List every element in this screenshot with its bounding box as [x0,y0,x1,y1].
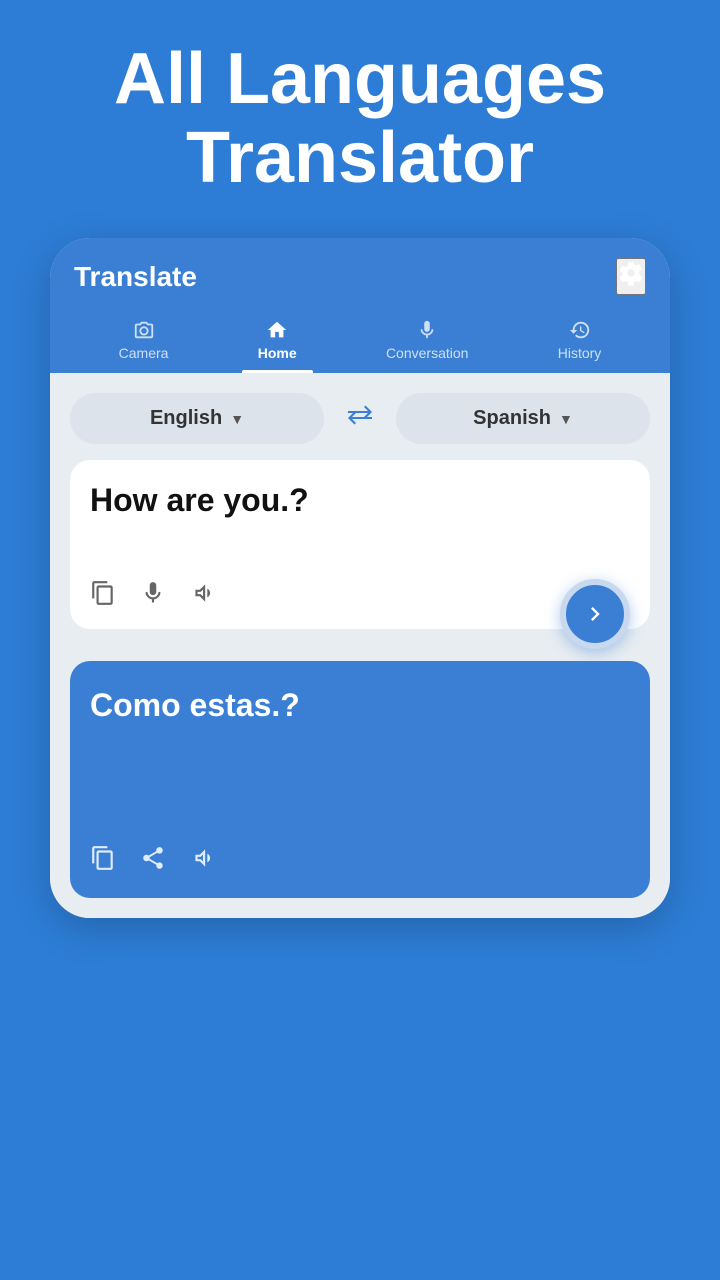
mic-icon [416,319,438,341]
tab-history-label: History [558,345,602,361]
app-title: All Languages Translator [74,40,646,198]
tab-home-label: Home [258,345,297,361]
clipboard-icon [90,580,116,606]
tab-home[interactable]: Home [242,311,313,373]
output-text: Como estas.? [90,685,630,785]
app-header: Translate Camera Home [50,238,670,373]
target-dropdown-arrow: ▼ [559,411,573,427]
output-share-button[interactable] [140,845,166,878]
language-selector: English ▼ Spanish ▼ [70,393,650,444]
settings-button[interactable] [616,258,646,295]
mic-input-icon [140,580,166,606]
history-icon [569,319,591,341]
swap-icon [344,403,376,427]
source-language-button[interactable]: English ▼ [70,393,324,444]
arrow-right-icon [581,600,609,628]
source-language-label: English [150,407,222,430]
tab-camera-label: Camera [119,345,169,361]
input-speaker-button[interactable] [190,580,216,613]
tab-camera[interactable]: Camera [103,311,185,373]
source-dropdown-arrow: ▼ [230,411,244,427]
output-speaker-button[interactable] [190,845,216,878]
app-content: English ▼ Spanish ▼ How are you.? [50,373,670,918]
app-header-title: Translate [74,261,197,293]
share-icon [140,845,166,871]
output-clipboard-button[interactable] [90,845,116,878]
input-actions [90,580,630,613]
speaker-input-icon [190,580,216,606]
input-text[interactable]: How are you.? [90,480,630,560]
input-section: How are you.? [70,460,650,629]
swap-languages-button[interactable] [336,395,384,442]
phone-frame: Translate Camera Home [50,238,670,918]
home-icon [266,319,288,341]
nav-tabs: Camera Home Conversation History [74,311,646,373]
translate-button[interactable] [560,579,630,649]
input-clipboard-button[interactable] [90,580,116,613]
clipboard-output-icon [90,845,116,871]
tab-conversation-label: Conversation [386,345,469,361]
target-language-button[interactable]: Spanish ▼ [396,393,650,444]
speaker-output-icon [190,845,216,871]
output-actions [90,845,630,878]
output-section: Como estas.? [70,661,650,898]
target-language-label: Spanish [473,407,551,430]
input-mic-button[interactable] [140,580,166,613]
gear-icon [618,260,644,286]
tab-conversation[interactable]: Conversation [370,311,485,373]
tab-history[interactable]: History [542,311,618,373]
camera-icon [133,319,155,341]
